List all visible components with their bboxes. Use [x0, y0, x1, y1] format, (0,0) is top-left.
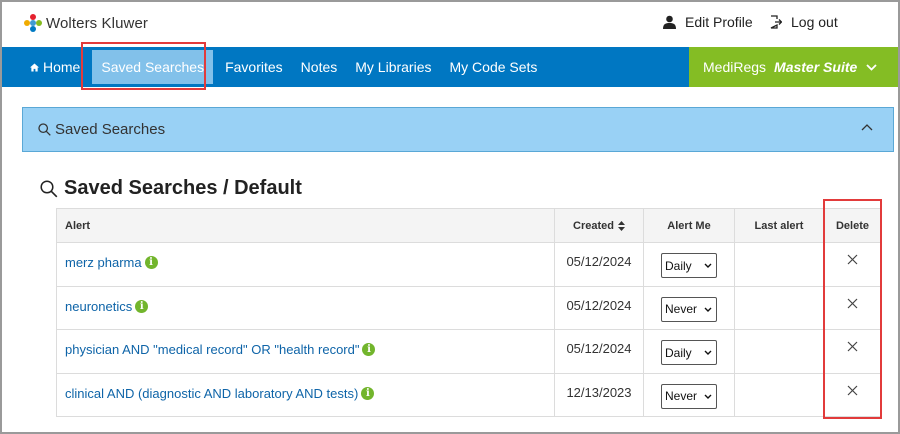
- info-icon[interactable]: i: [362, 343, 376, 356]
- section-heading: Saved Searches / Default: [40, 177, 302, 200]
- last-alert-cell: [734, 330, 823, 373]
- search-icon: [40, 179, 58, 197]
- nav-item-label: My Code Sets: [449, 59, 538, 75]
- created-date: 05/12/2024: [554, 243, 643, 286]
- column-header-created[interactable]: Created: [554, 209, 643, 242]
- saved-search-link[interactable]: neuronetics: [65, 299, 132, 314]
- nav-item-favorites[interactable]: Favorites: [216, 47, 292, 87]
- chevron-down-icon: [704, 263, 712, 268]
- sort-icon: [617, 220, 625, 231]
- select-value: Daily: [665, 258, 692, 273]
- alert-frequency-select[interactable]: Never: [661, 383, 717, 409]
- table-row: neuronetics i 05/12/2024 Never: [56, 286, 882, 330]
- alert-me-cell: Daily: [643, 243, 734, 286]
- column-header-last-alert: Last alert: [734, 209, 823, 242]
- nav-highlight-box: [81, 42, 206, 90]
- nav-item-home[interactable]: Home: [2, 47, 89, 87]
- info-icon[interactable]: i: [135, 299, 149, 313]
- last-alert-cell: [734, 286, 823, 329]
- nav-item-my-code-sets[interactable]: My Code Sets: [441, 47, 547, 87]
- last-alert-cell: [734, 243, 823, 286]
- brand-name: Wolters Kluwer: [46, 14, 148, 32]
- logo-mark-icon: [24, 14, 42, 32]
- product-brand: MediRegs: [703, 59, 767, 75]
- created-date: 05/12/2024: [554, 286, 643, 329]
- alert-cell: merz pharma i: [56, 243, 554, 286]
- alert-cell: clinical AND (diagnostic AND laboratory …: [56, 373, 554, 416]
- column-header-label: Created: [573, 219, 614, 232]
- nav-item-my-libraries[interactable]: My Libraries: [346, 47, 440, 87]
- nav-item-label: Notes: [300, 59, 338, 75]
- table-row: clinical AND (diagnostic AND laboratory …: [56, 373, 882, 417]
- alert-frequency-select[interactable]: Daily: [661, 253, 717, 278]
- alert-frequency-select[interactable]: Never: [661, 296, 717, 322]
- saved-searches-table: Alert Created Alert Me Last alert Delete…: [56, 208, 882, 417]
- saved-searches-panel-header[interactable]: Saved Searches: [22, 107, 894, 152]
- chevron-down-icon: [704, 350, 712, 355]
- delete-column-highlight-box: [823, 199, 882, 419]
- wolters-kluwer-logo[interactable]: Wolters Kluwer: [24, 14, 148, 32]
- search-icon: [38, 123, 51, 136]
- page-title: Saved Searches / Default: [64, 177, 302, 199]
- select-value: Daily: [665, 345, 692, 360]
- panel-title: Saved Searches: [55, 121, 166, 138]
- alert-cell: neuronetics i: [56, 286, 554, 329]
- select-value: Never: [665, 389, 698, 403]
- nav-item-label: Favorites: [225, 59, 283, 75]
- log-out-label: Log out: [791, 14, 838, 30]
- table-row: merz pharma i 05/12/2024 Daily: [56, 243, 882, 287]
- created-date: 12/13/2023: [554, 373, 643, 416]
- info-icon[interactable]: i: [361, 386, 375, 400]
- alert-me-cell: Never: [643, 373, 734, 416]
- alert-frequency-select[interactable]: Daily: [661, 340, 717, 365]
- column-header-alert-me: Alert Me: [643, 209, 734, 242]
- product-switcher[interactable]: MediRegs Master Suite: [689, 47, 898, 87]
- alert-me-cell: Daily: [643, 330, 734, 373]
- chevron-up-icon[interactable]: [861, 123, 873, 131]
- user-icon: [663, 15, 676, 29]
- last-alert-cell: [734, 373, 823, 416]
- log-out-link[interactable]: Log out: [770, 14, 838, 30]
- info-icon[interactable]: i: [144, 256, 158, 269]
- log-out-icon: [770, 15, 782, 29]
- nav-item-label: Home: [43, 59, 81, 75]
- select-value: Never: [665, 302, 698, 316]
- table-header-row: Alert Created Alert Me Last alert Delete: [56, 208, 882, 243]
- table-row: physician AND "medical record" OR "healt…: [56, 330, 882, 374]
- column-header-alert: Alert: [56, 209, 554, 242]
- chevron-down-icon: [704, 394, 712, 399]
- chevron-down-icon: [704, 307, 712, 312]
- alert-cell: physician AND "medical record" OR "healt…: [56, 330, 554, 373]
- created-date: 05/12/2024: [554, 330, 643, 373]
- saved-search-link[interactable]: physician AND "medical record" OR "healt…: [65, 342, 359, 357]
- home-icon: [30, 62, 39, 72]
- saved-search-link[interactable]: merz pharma: [65, 255, 142, 270]
- edit-profile-link[interactable]: Edit Profile: [663, 14, 753, 30]
- saved-search-link[interactable]: clinical AND (diagnostic AND laboratory …: [65, 386, 358, 401]
- edit-profile-label: Edit Profile: [685, 14, 753, 30]
- top-bar: Wolters Kluwer Edit Profile Log out: [0, 0, 900, 47]
- nav-item-notes[interactable]: Notes: [292, 47, 347, 87]
- product-suite: Master Suite: [774, 59, 858, 75]
- nav-item-label: My Libraries: [355, 59, 432, 75]
- chevron-down-icon: [866, 63, 877, 71]
- alert-me-cell: Never: [643, 286, 734, 329]
